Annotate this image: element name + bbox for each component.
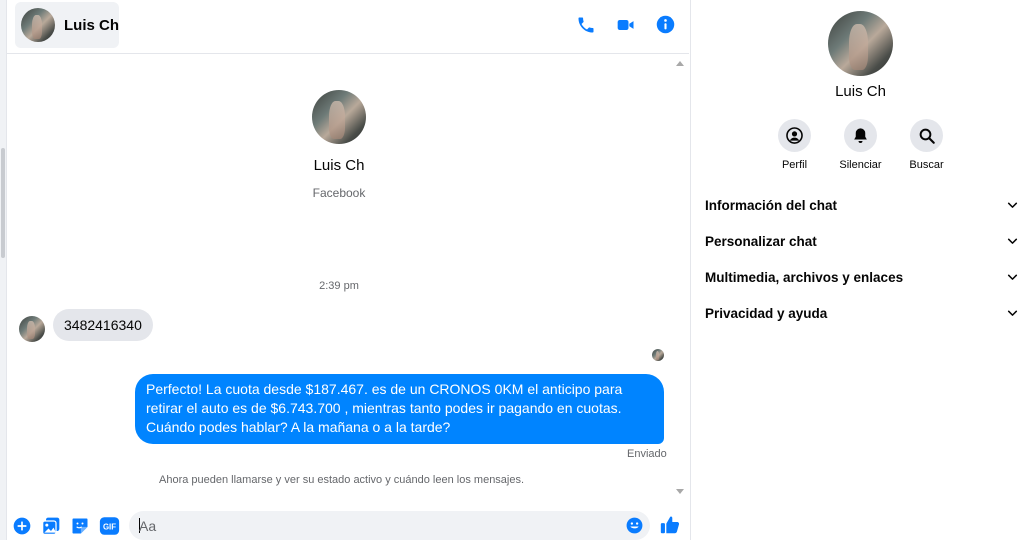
search-button[interactable]: Buscar xyxy=(909,119,945,171)
details-sections: Información del chat Personalizar chat M… xyxy=(705,187,1019,331)
image-icon[interactable] xyxy=(41,516,61,536)
profile-button-label: Perfil xyxy=(781,159,808,171)
gif-icon[interactable]: GIF xyxy=(98,516,120,536)
intro-contact-name: Luis Ch xyxy=(313,157,365,174)
sender-avatar[interactable] xyxy=(19,316,45,342)
seen-indicator-avatar xyxy=(652,349,664,361)
info-icon[interactable] xyxy=(654,13,677,36)
message-scrollbar[interactable] xyxy=(673,55,687,500)
bell-icon xyxy=(854,128,867,144)
chevron-down-icon xyxy=(1005,270,1019,284)
chevron-down-icon xyxy=(1005,306,1019,320)
profile-icon xyxy=(786,127,803,144)
messenger-window: Luis Ch Luis Ch Facebook 2:39 pm 3482416… xyxy=(0,0,1019,540)
message-input[interactable] xyxy=(139,517,609,535)
incoming-message-row: 3482416340 xyxy=(19,308,153,342)
search-icon xyxy=(919,128,935,144)
plus-icon[interactable] xyxy=(12,516,32,536)
sent-status: Enviado xyxy=(627,448,667,460)
phone-icon[interactable] xyxy=(574,13,597,36)
mute-button[interactable]: Silenciar xyxy=(839,119,882,171)
left-scroll-strip xyxy=(0,0,7,540)
scroll-down-arrow-icon[interactable] xyxy=(676,489,684,494)
contact-avatar xyxy=(21,8,55,42)
left-scrollbar-thumb[interactable] xyxy=(1,148,5,258)
scroll-up-arrow-icon[interactable] xyxy=(676,61,684,66)
section-customize-chat[interactable]: Personalizar chat xyxy=(705,223,1019,259)
incoming-message-bubble[interactable]: 3482416340 xyxy=(53,309,153,341)
section-title: Información del chat xyxy=(705,197,838,213)
section-chat-info[interactable]: Información del chat xyxy=(705,187,1019,223)
sticker-icon[interactable] xyxy=(70,516,90,536)
message-composer: GIF xyxy=(7,501,689,540)
section-title: Personalizar chat xyxy=(705,233,817,249)
details-contact-name: Luis Ch xyxy=(835,83,886,100)
chat-header: Luis Ch xyxy=(7,0,689,54)
emoji-icon[interactable] xyxy=(625,516,644,535)
intro-avatar[interactable] xyxy=(312,90,366,144)
details-avatar[interactable] xyxy=(828,11,893,76)
header-contact-button[interactable]: Luis Ch xyxy=(15,2,119,48)
svg-text:GIF: GIF xyxy=(102,523,115,532)
intro-source-label: Facebook xyxy=(312,186,366,200)
header-actions xyxy=(574,13,677,36)
search-button-label: Buscar xyxy=(909,159,944,171)
chat-details-panel: Luis Ch Perfil Silenciar Buscar Informac… xyxy=(690,0,1019,540)
profile-button[interactable]: Perfil xyxy=(777,119,813,171)
outgoing-message-bubble[interactable]: Perfecto! La cuota desde $187.467. es de… xyxy=(135,374,664,444)
contact-name: Luis Ch xyxy=(64,16,119,34)
call-activity-notice: Ahora pueden llamarse y ver su estado ac… xyxy=(159,474,525,486)
section-title: Privacidad y ayuda xyxy=(705,305,828,321)
video-icon[interactable] xyxy=(614,13,637,36)
chevron-down-icon xyxy=(1005,234,1019,248)
message-input-container[interactable] xyxy=(129,511,650,540)
message-timestamp: 2:39 pm xyxy=(319,280,359,292)
mute-button-label: Silenciar xyxy=(839,159,882,171)
section-privacy-help[interactable]: Privacidad y ayuda xyxy=(705,295,1019,331)
section-title: Multimedia, archivos y enlaces xyxy=(705,269,904,285)
section-media-files-links[interactable]: Multimedia, archivos y enlaces xyxy=(705,259,1019,295)
conversation-intro: Luis Ch Facebook xyxy=(7,90,671,200)
message-list[interactable]: Luis Ch Facebook 2:39 pm 3482416340 Perf… xyxy=(7,55,689,500)
details-actions: Perfil Silenciar Buscar xyxy=(691,119,1019,171)
like-icon[interactable] xyxy=(659,514,681,536)
chevron-down-icon xyxy=(1005,198,1019,212)
